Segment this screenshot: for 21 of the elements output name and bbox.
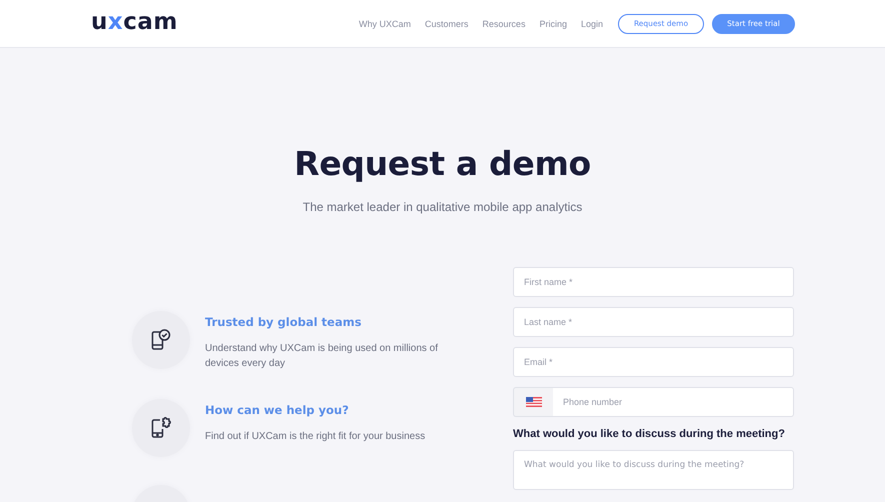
subtitle: The market leader in qualitative mobile app analytics [302, 200, 582, 214]
discussion-field[interactable]: What would you like to discuss during the meeting? [513, 450, 794, 490]
nav-link[interactable]: Customers [424, 18, 468, 28]
nav-link[interactable]: Why UXCam [358, 18, 411, 28]
page-title: Request a demo [294, 144, 591, 183]
question-label: What would you like to discuss during the meeting? [513, 428, 786, 440]
logo-text[interactable]: u [91, 8, 108, 34]
logo-text[interactable]: cam [123, 8, 178, 34]
nav-link[interactable]: Resources [482, 18, 526, 28]
phone-puzzle-icon [151, 417, 171, 439]
phone-check-icon [151, 329, 171, 351]
input-field[interactable]: First name * [513, 267, 794, 297]
feature-title: How can we help you? [205, 403, 350, 417]
logo-text[interactable]: x [108, 8, 124, 34]
feature-text: Understand why UXCam is being used on millions of devices every day [205, 342, 439, 371]
nav-link[interactable]: Pricing [539, 18, 567, 28]
feature-title: Trusted by global teams [205, 315, 362, 329]
input-field[interactable]: Email * [513, 347, 794, 377]
feature-text: Find out if UXCam is the right fit for your business [205, 430, 426, 444]
nav-link[interactable]: Login [580, 18, 603, 28]
input-field[interactable]: Last name * [513, 307, 794, 337]
